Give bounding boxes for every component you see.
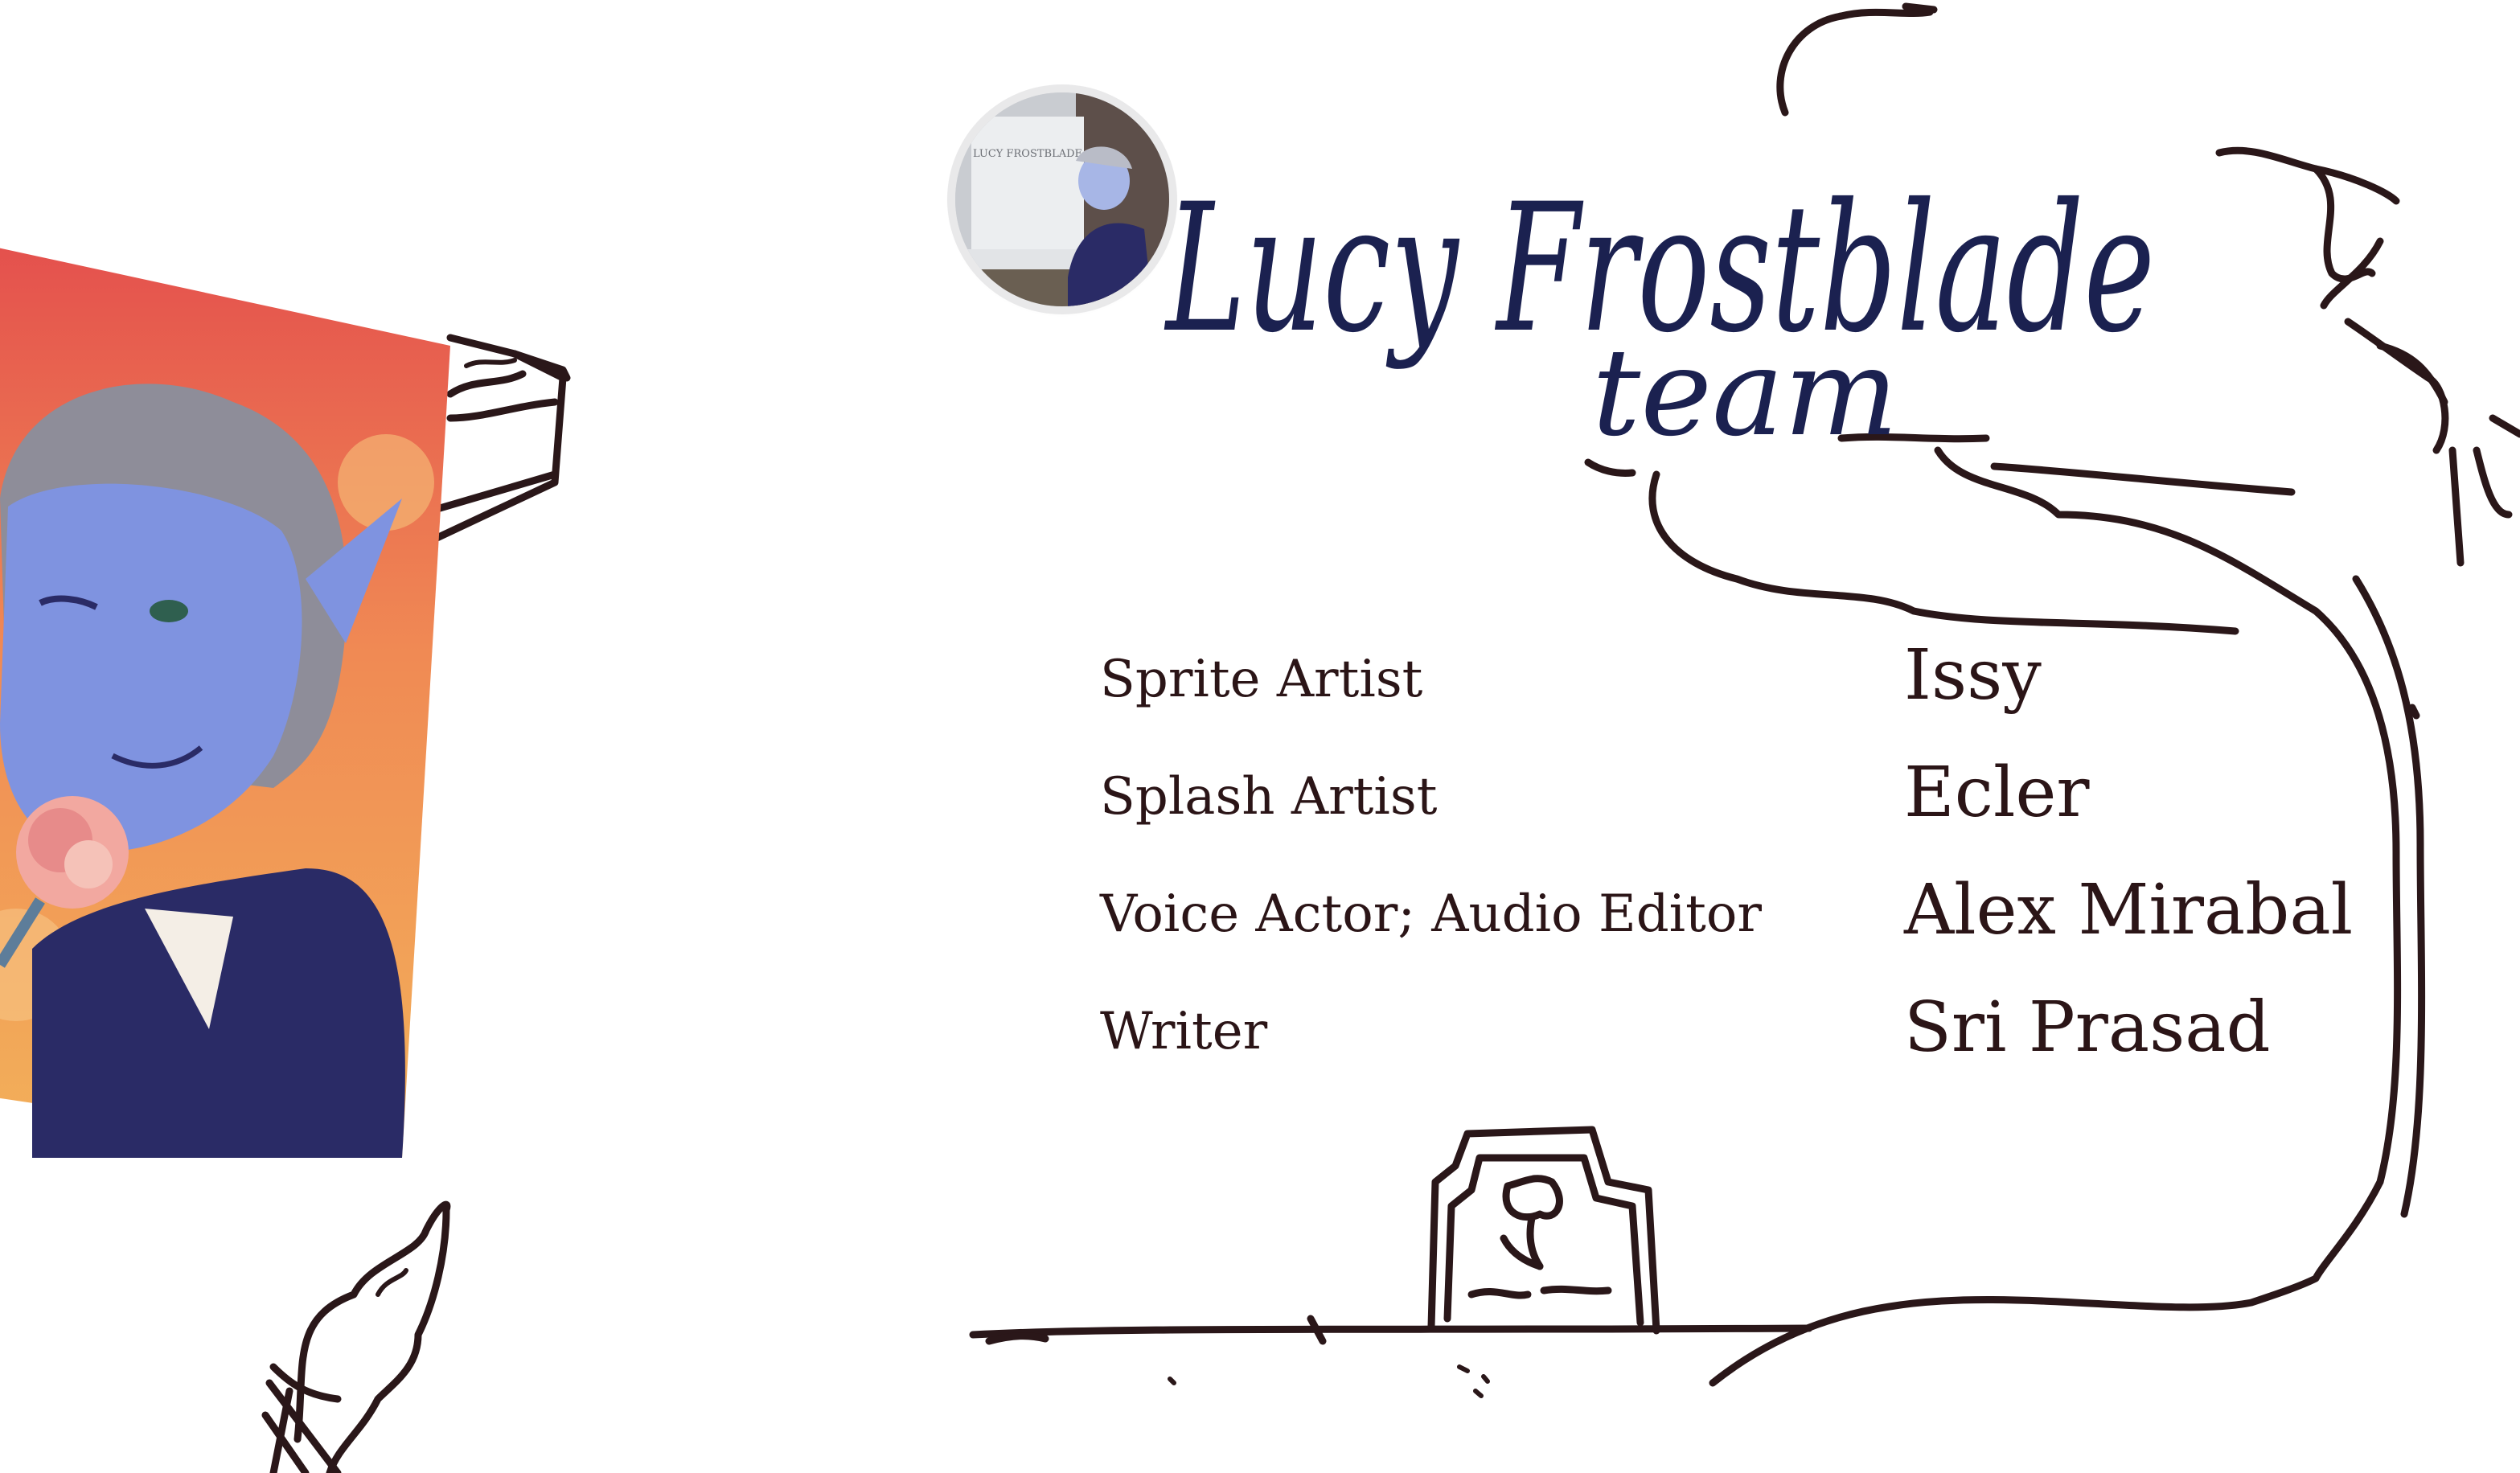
gravestone-text: LUCY FROSTBLADE [973,148,1082,160]
credit-row: Voice Actor; Audio Editor Alex Mirabal [1100,870,2403,987]
credit-name: Sri Prasad [1904,987,2271,1068]
avatar-image: LUCY FROSTBLADE [955,92,1169,306]
signature-title: Lucy Frostblade team [1164,166,2155,463]
credit-role: Sprite Artist [1100,650,1423,709]
ice-cream-icon [261,1200,451,1473]
credit-row: Writer Sri Prasad [1100,987,2403,1105]
credit-role: Voice Actor; Audio Editor [1100,884,1762,944]
credit-row: Sprite Artist Issy [1100,635,2403,753]
credit-row: Splash Artist Ecler [1100,753,2403,870]
credit-name: Ecler [1904,753,2090,833]
gravestone-icon [969,1126,1813,1398]
signature-line2: team [1592,323,1898,463]
avatar: LUCY FROSTBLADE [955,92,1169,306]
credit-role: Writer [1100,1002,1268,1061]
splash-art [0,248,450,1158]
credit-name: Issy [1904,635,2042,716]
credits-list: Sprite Artist Issy Splash Artist Ecler V… [1100,635,2403,1105]
credit-name: Alex Mirabal [1904,870,2354,950]
credit-role: Splash Artist [1100,767,1438,827]
